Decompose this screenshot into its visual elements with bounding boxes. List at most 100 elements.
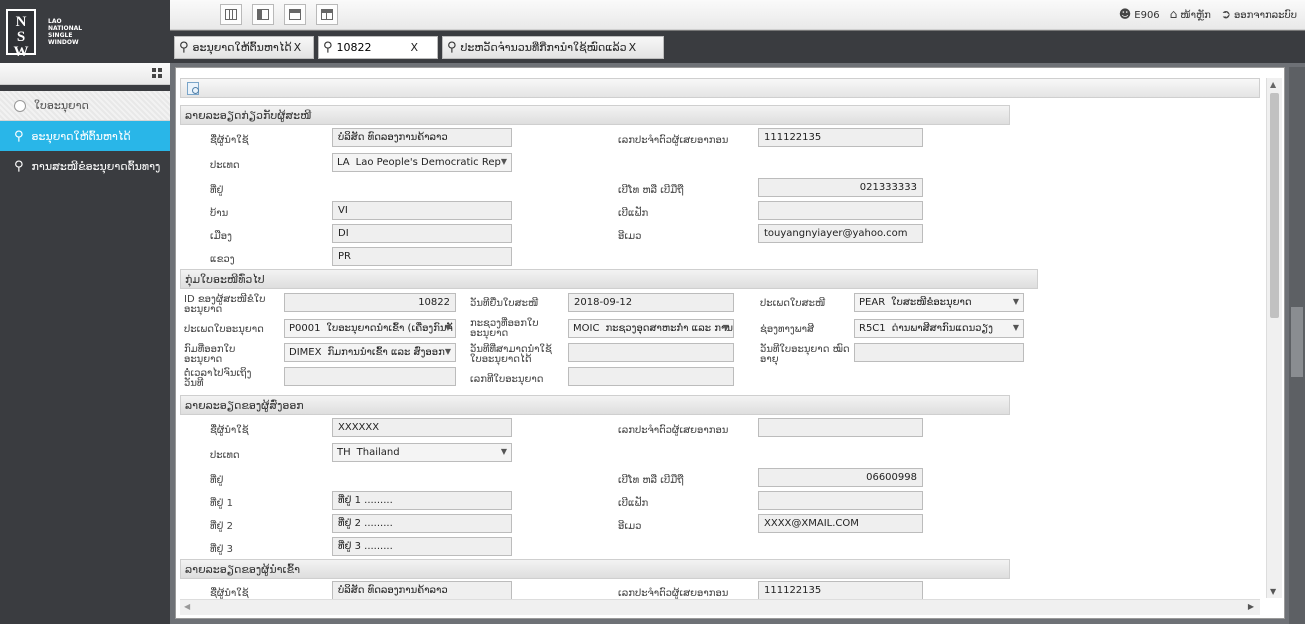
importer-name-field[interactable]: ບໍລິສັດ ທົດລອງການຄ້າລາວ xyxy=(332,581,512,599)
horizontal-scrollbar[interactable]: ◀ ▶ xyxy=(180,599,1260,615)
ministry-code: MOIC xyxy=(573,323,600,334)
layout-sidebar-button[interactable] xyxy=(252,4,274,25)
general-app-type-select[interactable]: PEAR ໃບສະໜີຂໍອະນຸຍາດ ▼ xyxy=(854,293,1024,312)
general-permit-type-select[interactable]: P0001 ໃບອະນຸຍາດນໍາເຂົ້າ (ເຄື່ອງກົນຈັ ▼ xyxy=(284,319,456,338)
vertical-scrollbar[interactable]: ▲ ▼ xyxy=(1266,78,1282,598)
splitter-grip[interactable] xyxy=(1291,307,1303,377)
exporter-country-select[interactable]: TH Thailand ▼ xyxy=(332,443,512,462)
exporter-addr2-label: ທີ່ຢູ່ 2 xyxy=(210,521,233,532)
chevron-down-icon: ▼ xyxy=(500,447,507,456)
applicant-tax-label: ເລກປະຈໍາຕົວຜູ້ເສຍອາກອນ xyxy=(618,135,729,146)
lnsw-logo: NSW LAO NATIONAL SINGLE WINDOW xyxy=(0,0,170,63)
exporter-fax-field[interactable] xyxy=(758,491,923,510)
right-splitter[interactable] xyxy=(1289,67,1305,624)
sidebar-item-applications[interactable]: ⚲ ການສະໜີຂໍອະນຸຍາດຕົ້ນທາງ xyxy=(0,151,170,181)
exporter-addr1-field[interactable]: ທີ່ຢູ່ 1 ......... xyxy=(332,491,512,510)
sidebar-item-allowed-search[interactable]: ⚲ ອະນຸຍາດໃຫ້ຕົ້ນຫາໄດ້ xyxy=(0,121,170,151)
chevron-down-icon: ▼ xyxy=(444,347,451,356)
scroll-down-icon[interactable]: ▼ xyxy=(1270,587,1276,596)
applicant-phone-field[interactable]: 021333333 xyxy=(758,178,923,197)
general-dept-select[interactable]: DIMEX ກົມການນໍາເຂົ້າ ແລະ ສົ່ງອອກ ▼ xyxy=(284,343,456,362)
general-id-field[interactable]: 10822 xyxy=(284,293,456,312)
tab-allowed-search[interactable]: ⚲ ອະນຸຍາດໃຫ້ຕົ້ນຫາໄດ້ X xyxy=(174,36,314,59)
exporter-tax-field[interactable] xyxy=(758,418,923,437)
content-toolbar xyxy=(180,78,1260,98)
applicant-tax-field[interactable]: 111122135 xyxy=(758,128,923,147)
country-code: TH xyxy=(337,447,351,458)
channel-code: R5C1 xyxy=(859,323,886,334)
general-id-label: ID ຂອງຜູ້ສະໜີຂໍໃບ ອະນຸຍາດ xyxy=(184,294,266,315)
section-applicant-header: ລາຍລະອຽດກ່ຽວກັບຜູ້ສະໜີ xyxy=(180,105,1010,125)
applicant-fax-field[interactable] xyxy=(758,201,923,220)
home-link[interactable]: ⌂ ໜ້າຫຼັກ xyxy=(1170,7,1211,21)
scroll-thumb[interactable] xyxy=(1270,93,1279,318)
dept-code: DIMEX xyxy=(289,347,322,358)
general-channel-label: ຊ່ອງທາງພາສີ xyxy=(760,324,815,335)
layout-header-button[interactable] xyxy=(284,4,306,25)
applicant-village-field[interactable]: VI xyxy=(332,201,512,220)
applicant-name-field[interactable]: ບໍລິສັດ ທົດລອງການຄ້າລາວ xyxy=(332,128,512,147)
applicant-email-field[interactable]: touyangnyiayer@yahoo.com xyxy=(758,224,923,243)
sidebar-item-permits[interactable]: ໃບອະນຸຍາດ xyxy=(0,91,170,121)
exporter-addr2-field[interactable]: ທີ່ຢູ່ 2 ......... xyxy=(332,514,512,533)
applicant-phone-label: ເບີໂທ ຫລື ເບີມືຖື xyxy=(618,185,684,196)
applicant-province-label: ແຂວງ xyxy=(210,254,235,265)
exporter-name-label: ຊື່ຜູ້ນໍາໃຊ້ xyxy=(210,425,249,436)
exporter-phone-label: ເບີໂທ ຫລື ເບີມືຖື xyxy=(618,475,684,486)
grid-menu-icon[interactable] xyxy=(152,68,162,78)
logout-link[interactable]: ➲ ອອກຈາກລະບົບ xyxy=(1221,7,1297,21)
logout-icon: ➲ xyxy=(1220,7,1231,21)
logo-text: LAO NATIONAL SINGLE WINDOW xyxy=(48,17,83,46)
general-channel-select[interactable]: R5C1 ດ່ານພາສີສາກົນແດນວຽງ ▼ xyxy=(854,319,1024,338)
tab-close-button[interactable]: X xyxy=(411,41,419,54)
tab-search-input[interactable] xyxy=(336,41,409,54)
importer-name-label: ຊື່ຜູ້ນໍາໃຊ້ xyxy=(210,588,249,599)
scroll-left-icon[interactable]: ◀ xyxy=(184,602,190,611)
applicant-fax-label: ເບີແຟັກ xyxy=(618,208,649,219)
general-app-date-field[interactable]: 2018-09-12 xyxy=(568,293,734,312)
tab-usage-history[interactable]: ⚲ ປະຫວັດຈໍານວນທີ່ກີ່ການໍາໃຊ້ໝົດແລ້ວ X xyxy=(442,36,664,59)
applicant-district-field[interactable]: DI xyxy=(332,224,512,243)
app-window: NSW LAO NATIONAL SINGLE WINDOW ☻ E906 ⌂ ໜ້… xyxy=(0,0,1305,624)
home-label: ໜ້າຫຼັກ xyxy=(1180,10,1211,21)
sidebar-header xyxy=(0,63,170,85)
tab-close-button[interactable]: X xyxy=(629,41,637,54)
applicant-name-label: ຊື່ຜູ້ນໍາໃຊ້ xyxy=(210,135,249,146)
applicant-country-select[interactable]: LA Lao People's Democratic Rep ▼ xyxy=(332,153,512,172)
tab-label: ອະນຸຍາດໃຫ້ຕົ້ນຫາໄດ້ xyxy=(192,41,292,54)
tab-close-button[interactable]: X xyxy=(294,41,302,54)
main-panel: ລາຍລະອຽດກ່ຽວກັບຜູ້ສະໜີ ຊື່ຜູ້ນໍາໃຊ້ ບໍລິ… xyxy=(175,67,1285,619)
user-link[interactable]: ☻ E906 xyxy=(1119,7,1160,21)
layout-columns-button[interactable] xyxy=(220,4,242,25)
general-expiry-field[interactable] xyxy=(854,343,1024,362)
exporter-addr3-label: ທີ່ຢູ່ 3 xyxy=(210,544,233,555)
user-icon: ☻ xyxy=(1118,7,1132,21)
exporter-country-label: ປະເທດ xyxy=(210,450,240,461)
exporter-email-field[interactable]: XXXX@XMAIL.COM xyxy=(758,514,923,533)
sidebar: ໃບອະນຸຍາດ ⚲ ອະນຸຍາດໃຫ້ຕົ້ນຫາໄດ້ ⚲ ການສະໜ… xyxy=(0,63,170,624)
general-permit-no-label: ເລກທີໃບອະນຸຍາດ xyxy=(470,374,544,385)
general-valid-field[interactable] xyxy=(568,343,734,362)
exporter-name-field[interactable]: XXXXXX xyxy=(332,418,512,437)
layout-split-button[interactable] xyxy=(316,4,338,25)
chevron-down-icon: ▼ xyxy=(1012,297,1019,306)
layout-columns-icon xyxy=(225,9,237,20)
app-type-code: PEAR xyxy=(859,297,886,308)
general-expiry-label: ວັນທີໃບອະນຸຍາດ ໝົດອາຍຸ xyxy=(760,344,850,365)
general-permit-no-field[interactable] xyxy=(568,367,734,386)
logout-label: ອອກຈາກລະບົບ xyxy=(1233,10,1297,21)
exporter-phone-field[interactable]: 06600998 xyxy=(758,468,923,487)
form-scroll-area: ລາຍລະອຽດກ່ຽວກັບຜູ້ສະໜີ ຊື່ຜູ້ນໍາໃຊ້ ບໍລິ… xyxy=(180,99,1260,599)
applicant-province-field[interactable]: PR xyxy=(332,247,512,266)
tab-search-id[interactable]: ⚲ X xyxy=(318,36,438,59)
scroll-up-icon[interactable]: ▲ xyxy=(1270,80,1276,89)
importer-tax-field[interactable]: 111122135 xyxy=(758,581,923,599)
user-name: E906 xyxy=(1134,10,1160,21)
applicant-village-label: ບ້ານ xyxy=(210,208,229,219)
exporter-addr3-field[interactable]: ທີ່ຢູ່ 3 ......... xyxy=(332,537,512,556)
general-ministry-select[interactable]: MOIC ກະຊວງອຸດສາຫະກໍາ ແລະ ການຄ ▼ xyxy=(568,319,734,338)
general-extend-field[interactable] xyxy=(284,367,456,386)
scroll-right-icon[interactable]: ▶ xyxy=(1248,602,1254,611)
search-icon: ⚲ xyxy=(447,40,457,55)
document-search-icon[interactable] xyxy=(187,82,199,95)
